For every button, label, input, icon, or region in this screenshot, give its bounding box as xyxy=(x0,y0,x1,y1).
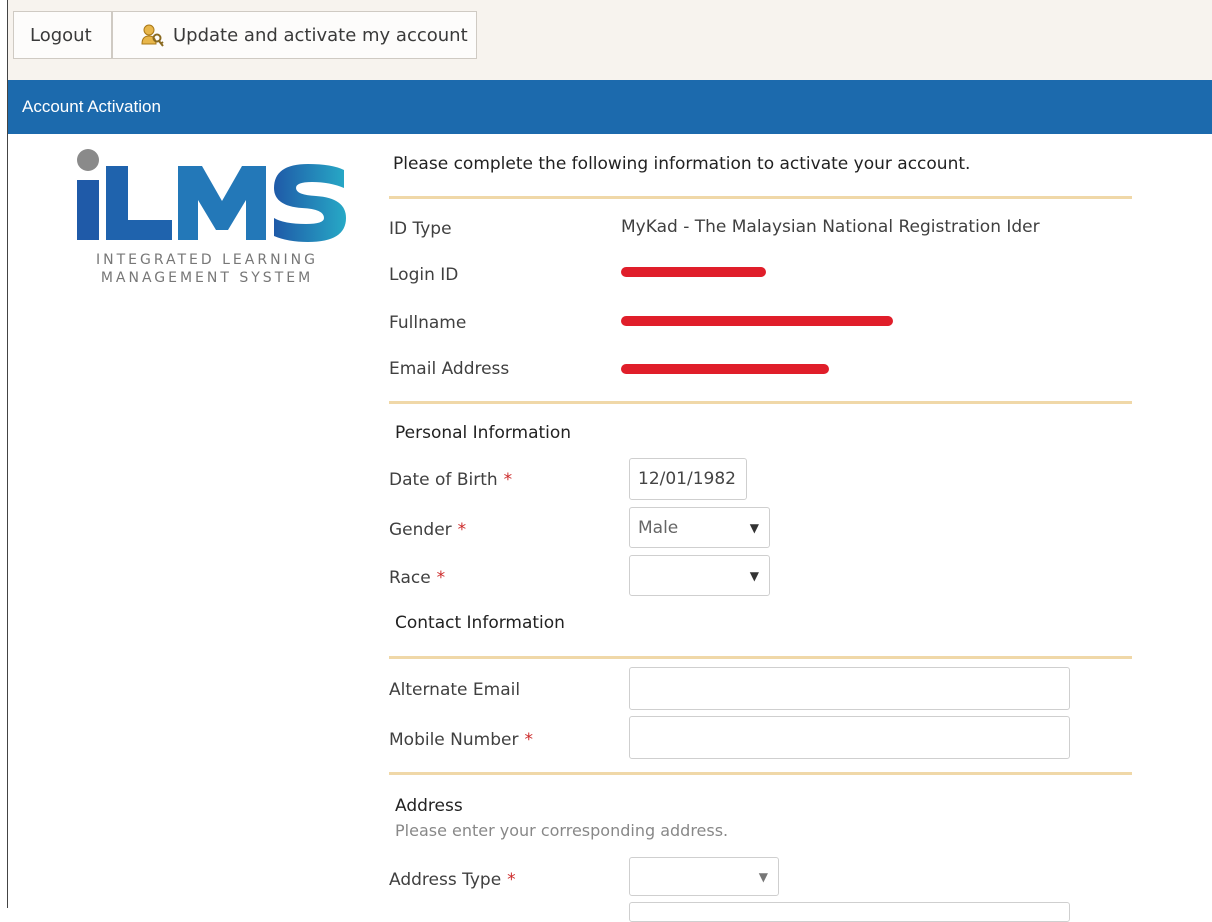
update-activate-label: Update and activate my account xyxy=(173,24,468,46)
address-type-select[interactable]: ▼ xyxy=(629,857,779,896)
required-marker: * xyxy=(457,520,467,540)
page-frame: Logout Update and activate my account Ac… xyxy=(7,0,1212,922)
date-of-birth-input[interactable]: 12/01/1982 xyxy=(629,458,747,500)
ilms-wordmark xyxy=(77,149,346,242)
alternate-email-label: Alternate Email xyxy=(389,680,521,700)
logout-button[interactable]: Logout xyxy=(13,11,112,59)
toolbar: Logout Update and activate my account xyxy=(8,0,1212,80)
address-type-label: Address Type * xyxy=(389,870,516,890)
personal-information-heading: Personal Information xyxy=(395,423,572,443)
separator xyxy=(389,772,1132,775)
race-label: Race * xyxy=(389,568,445,588)
address-note: Please enter your corresponding address. xyxy=(395,821,729,840)
logout-label: Logout xyxy=(30,24,92,46)
mobile-number-input[interactable] xyxy=(629,716,1070,759)
alternate-email-input[interactable] xyxy=(629,667,1070,710)
email-address-label: Email Address xyxy=(389,359,510,379)
email-address-redaction xyxy=(621,364,829,374)
fullname-redaction xyxy=(621,316,893,326)
required-marker: * xyxy=(524,730,533,750)
separator xyxy=(389,401,1132,404)
dob-label: Date of Birth * xyxy=(389,470,512,490)
date-of-birth-value: 12/01/1982 xyxy=(638,469,736,489)
address-heading: Address xyxy=(395,796,463,816)
dob-label-text: Date of Birth xyxy=(389,470,498,490)
chevron-down-icon: ▼ xyxy=(749,568,759,583)
update-activate-button[interactable]: Update and activate my account xyxy=(112,11,477,59)
gender-label-text: Gender xyxy=(389,520,452,540)
login-id-label: Login ID xyxy=(389,265,459,285)
ilms-logo: INTEGRATED LEARNING MANAGEMENT SYSTEM xyxy=(62,146,352,296)
logo-subtitle-line1: INTEGRATED LEARNING xyxy=(96,252,318,268)
gender-select-value: Male xyxy=(638,517,679,538)
section-titlebar: Account Activation xyxy=(8,80,1212,134)
race-select[interactable]: ▼ xyxy=(629,555,770,596)
gender-label: Gender * xyxy=(389,520,466,540)
logo-subtitle-line2: MANAGEMENT SYSTEM xyxy=(100,270,314,286)
mobile-number-label: Mobile Number * xyxy=(389,730,533,750)
chevron-down-icon: ▼ xyxy=(758,869,768,884)
race-label-text: Race xyxy=(389,568,431,588)
chevron-down-icon: ▼ xyxy=(749,520,759,535)
required-marker: * xyxy=(436,568,446,588)
fullname-label: Fullname xyxy=(389,313,467,333)
login-id-redaction xyxy=(621,267,766,277)
address-line-input[interactable] xyxy=(629,902,1070,922)
required-marker: * xyxy=(507,870,516,890)
contact-information-heading: Contact Information xyxy=(395,613,565,633)
mobile-number-label-text: Mobile Number xyxy=(389,730,519,750)
page-title: Account Activation xyxy=(22,97,161,116)
required-marker: * xyxy=(503,470,513,490)
gender-select[interactable]: Male ▼ xyxy=(629,507,770,548)
intro-text: Please complete the following informatio… xyxy=(393,154,971,174)
key-user-icon xyxy=(141,24,164,47)
separator xyxy=(389,196,1132,199)
id-type-label: ID Type xyxy=(389,219,452,239)
address-type-label-text: Address Type xyxy=(389,870,502,890)
separator xyxy=(389,656,1132,659)
id-type-value: MyKad - The Malaysian National Registrat… xyxy=(621,217,1040,237)
